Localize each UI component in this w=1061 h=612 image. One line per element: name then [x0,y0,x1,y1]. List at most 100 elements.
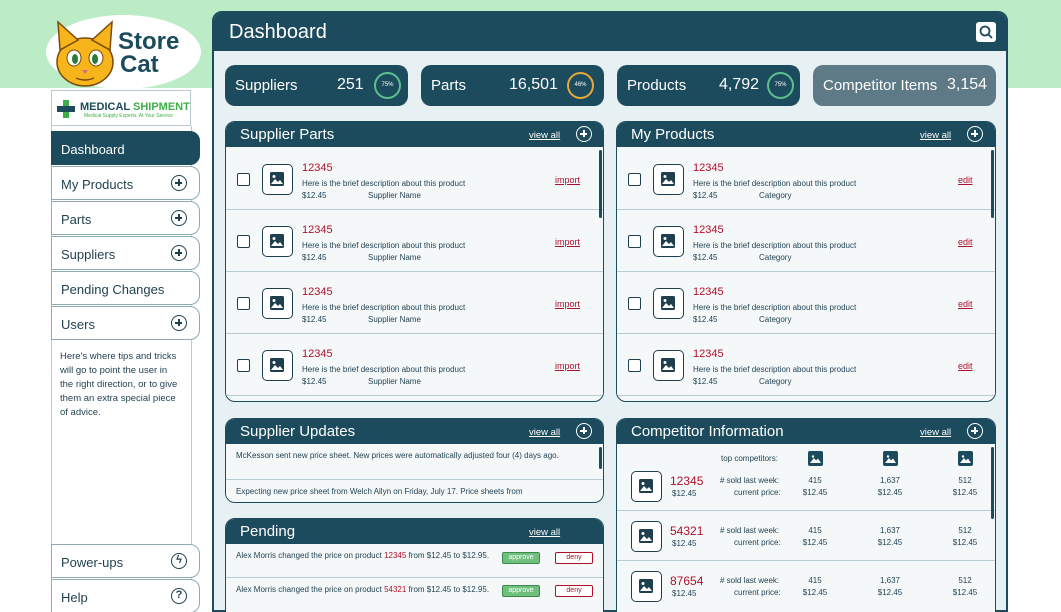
plus-circle-icon[interactable] [171,245,187,261]
partner-tagline: Medical Supply Experts. At Your Service [84,113,173,119]
plus-circle-icon[interactable] [967,423,983,439]
stat-parts[interactable]: Parts 16,501 46% [421,65,604,106]
product-price: $12.45 [302,377,327,386]
product-id[interactable]: 12345 [302,348,333,360]
import-link[interactable]: import [555,175,580,185]
product-id[interactable]: 12345 [670,474,703,488]
sidebar-item-label: Power-ups [61,555,124,570]
sidebar-item-parts[interactable]: Parts [51,201,200,235]
pending-text: Alex Morris changed the price on product… [236,550,491,562]
row-checkbox[interactable] [237,297,250,310]
pending-product-id[interactable]: 12345 [384,551,406,560]
pending-text: Alex Morris changed the price on product… [236,584,491,596]
product-id[interactable]: 12345 [693,348,724,360]
view-all-link[interactable]: view all [920,427,951,438]
stat-competitor-items[interactable]: Competitor Items 3,154 [813,65,996,106]
sidebar-tips: Here's where tips and tricks will go to … [60,351,178,418]
row-checkbox[interactable] [237,173,250,186]
view-all-link[interactable]: view all [920,130,951,141]
scrollbar[interactable] [599,150,602,218]
sidebar-item-pending-changes[interactable]: Pending Changes [51,271,200,305]
view-all-link[interactable]: view all [529,130,560,141]
plus-circle-icon[interactable] [967,126,983,142]
table-row: 87654 $12.45 # sold last week: current p… [617,561,995,611]
import-link[interactable]: import [555,361,580,371]
list-item: 12345 Here is the brief description abou… [617,272,995,334]
pending-panel: Pending view all Alex Morris changed the… [225,518,604,612]
sidebar-item-dashboard[interactable]: Dashboard [51,131,200,165]
sidebar-item-suppliers[interactable]: Suppliers [51,236,200,270]
stat-suppliers[interactable]: Suppliers 251 75% [225,65,408,106]
pending-text-suffix: from $12.45 to $12.95. [406,551,490,560]
approve-button[interactable]: approve [502,585,540,597]
competitor-2-sold: 1,637 [879,476,901,485]
row-checkbox[interactable] [237,359,250,372]
product-price: $12.45 [672,489,697,498]
product-thumbnail [653,288,684,319]
stat-products[interactable]: Products 4,792 75% [617,65,800,106]
list-item: 12345 Here is the brief description abou… [617,210,995,272]
list-item: 12345 Here is the brief description abou… [617,148,995,210]
partner-name: MEDICAL SHIPMENT [80,101,190,113]
product-id[interactable]: 54321 [670,524,703,538]
list-item: McKesson sent new price sheet. New price… [226,445,603,480]
row-checkbox[interactable] [628,297,641,310]
deny-button[interactable]: deny [555,552,593,564]
panel-header: Supplier Updates view all [226,419,603,444]
scrollbar[interactable] [599,447,602,469]
stat-label: Competitor Items [823,77,938,94]
approve-button[interactable]: approve [502,552,540,564]
help-icon: ? [171,588,187,604]
deny-button[interactable]: deny [555,585,593,597]
view-all-link[interactable]: view all [529,427,560,438]
product-thumbnail [653,226,684,257]
competitor-2-sold: 1,637 [879,526,901,535]
brand-line-1: Store [118,28,180,55]
product-id[interactable]: 12345 [693,162,724,174]
plus-circle-icon[interactable] [576,126,592,142]
sidebar-item-power-ups[interactable]: Power-ups ϟ [51,544,200,578]
product-id[interactable]: 12345 [693,286,724,298]
product-price: $12.45 [693,191,718,200]
edit-link[interactable]: edit [958,175,973,185]
plus-circle-icon[interactable] [576,423,592,439]
product-category: Category [759,377,792,386]
panel-title: Pending [240,523,296,540]
product-id[interactable]: 12345 [302,286,333,298]
competitor-1-price: $12.45 [802,588,828,597]
row-checkbox[interactable] [628,359,641,372]
image-icon [270,234,284,248]
sidebar-item-label: My Products [61,177,134,192]
sidebar-item-users[interactable]: Users [51,306,200,340]
pending-text-prefix: Alex Morris changed the price on product [236,585,385,594]
edit-link[interactable]: edit [958,237,973,247]
pending-product-id[interactable]: 54321 [384,585,406,594]
edit-link[interactable]: edit [958,299,973,309]
scrollbar[interactable] [991,150,994,218]
panel-title: Supplier Parts [240,126,335,143]
view-all-link[interactable]: view all [529,527,560,538]
product-id[interactable]: 12345 [693,224,724,236]
import-link[interactable]: import [555,237,580,247]
row-checkbox[interactable] [237,235,250,248]
import-link[interactable]: import [555,299,580,309]
search-button[interactable] [976,22,996,42]
edit-link[interactable]: edit [958,361,973,371]
product-price: $12.45 [693,377,718,386]
plus-circle-icon[interactable] [171,175,187,191]
plus-circle-icon[interactable] [171,210,187,226]
plus-circle-icon[interactable] [171,315,187,331]
product-id[interactable]: 87654 [670,574,703,588]
row-checkbox[interactable] [628,173,641,186]
sidebar-item-help[interactable]: Help? [51,579,200,612]
product-id[interactable]: 12345 [302,162,333,174]
competitor-1-sold: 415 [808,476,822,485]
sold-label: # sold last week: [720,576,780,585]
product-id[interactable]: 12345 [302,224,333,236]
product-description: Here is the brief description about this… [693,365,857,374]
product-thumbnail [262,226,293,257]
scrollbar[interactable] [991,447,994,519]
sidebar-item-my-products[interactable]: My Products [51,166,200,200]
list-item: Alex Morris changed the price on product… [226,578,603,612]
row-checkbox[interactable] [628,235,641,248]
